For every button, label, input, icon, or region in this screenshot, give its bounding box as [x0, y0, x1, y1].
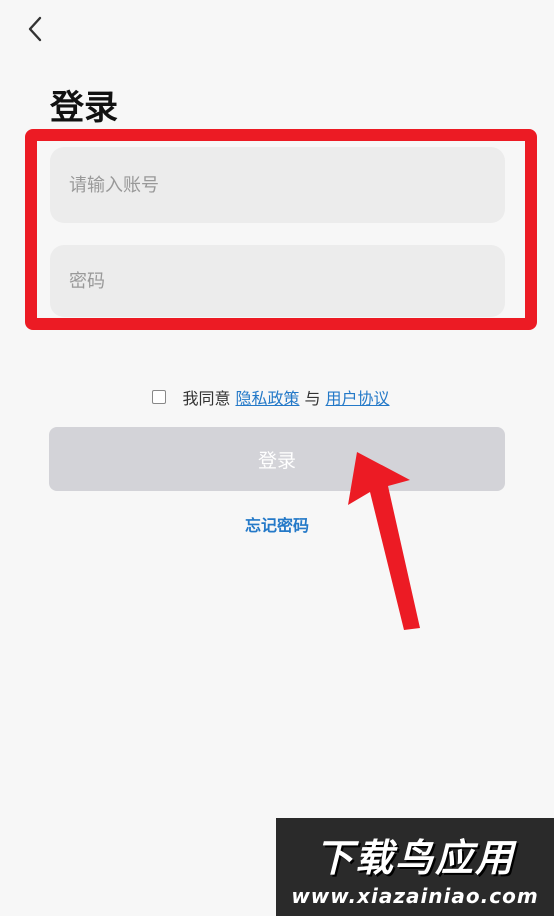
back-button[interactable]	[18, 12, 52, 46]
agreement-connector: 与	[304, 389, 321, 408]
password-field-container	[50, 245, 505, 317]
login-button[interactable]: 登录	[49, 427, 505, 491]
privacy-policy-link[interactable]: 隐私政策	[235, 385, 299, 409]
page-title: 登录	[50, 88, 118, 128]
watermark-logo: 下载鸟应用 www.xiazainiao.com	[276, 818, 554, 916]
watermark-url: www.xiazainiao.com	[291, 883, 539, 908]
watermark-title: 下载鸟应用	[314, 835, 515, 880]
password-input[interactable]	[69, 245, 505, 317]
login-page: 登录 我同意 隐私政策 与 用户协议 登录 忘记密码 下载鸟应用 www.xia…	[0, 0, 554, 916]
forgot-password-link[interactable]: 忘记密码	[0, 512, 554, 536]
agreement-prefix: 我同意	[182, 389, 231, 408]
agreement-checkbox[interactable]	[152, 390, 167, 404]
agreement-row: 我同意 隐私政策 与 用户协议	[0, 384, 554, 410]
chevron-left-icon	[28, 16, 42, 42]
account-field-container	[50, 147, 505, 223]
user-agreement-link[interactable]: 用户协议	[326, 385, 390, 409]
account-input[interactable]	[69, 147, 505, 223]
